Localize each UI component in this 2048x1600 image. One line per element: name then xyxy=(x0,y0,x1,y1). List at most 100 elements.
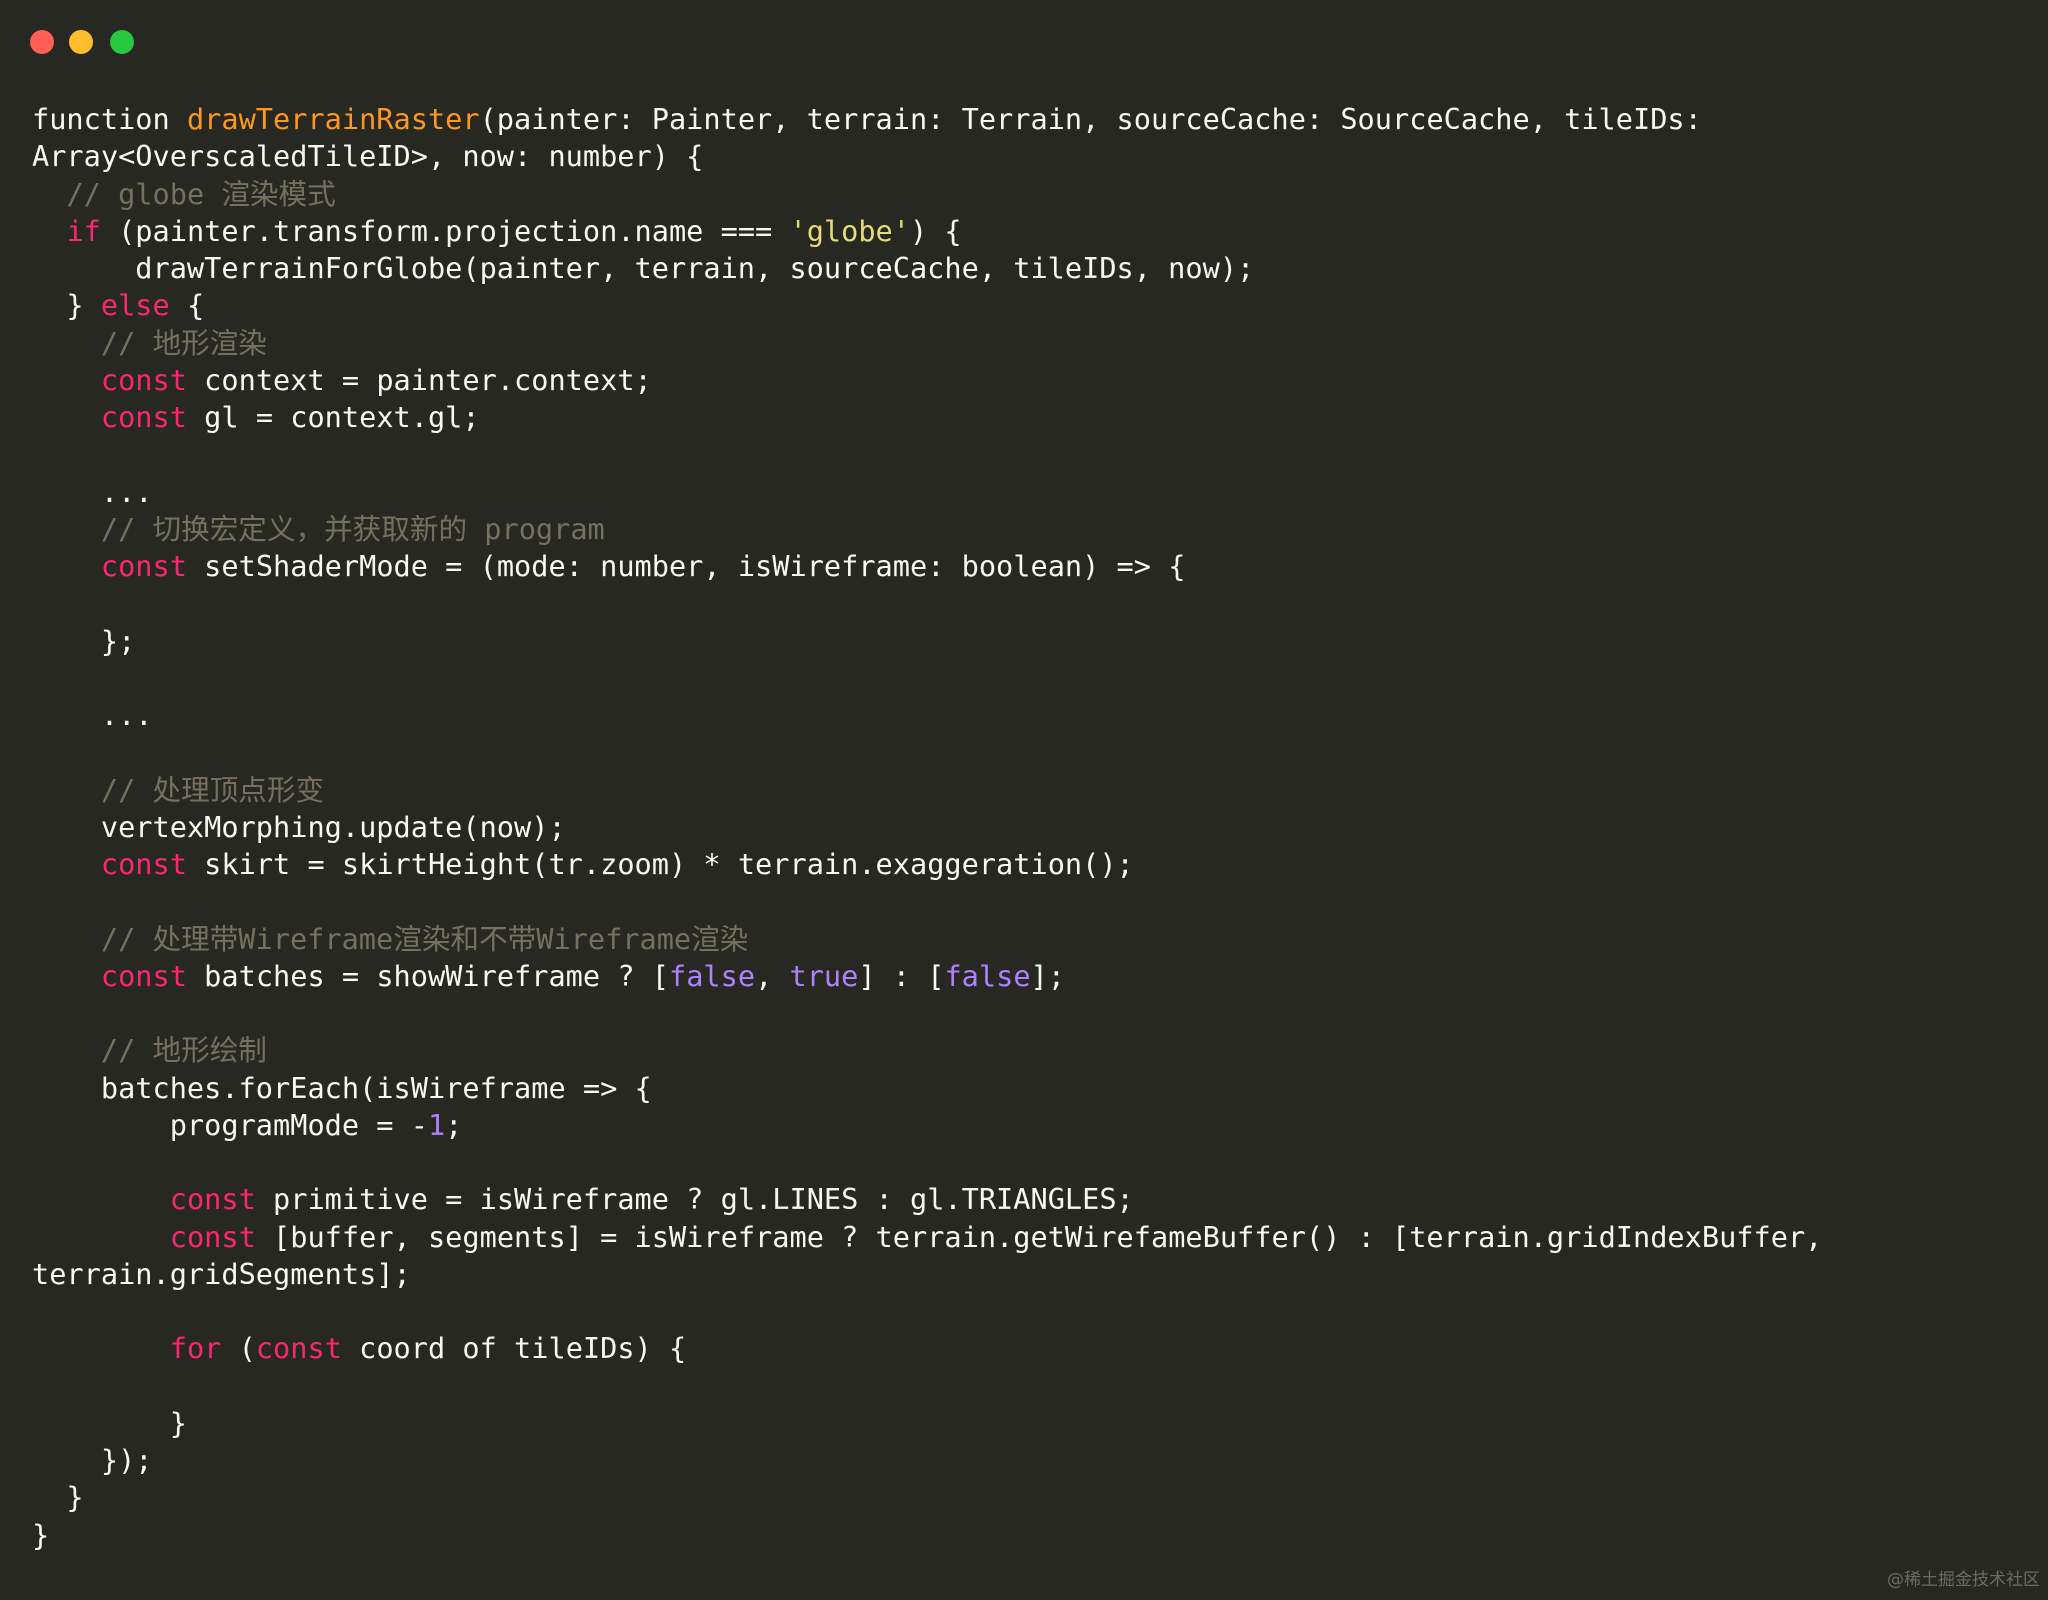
code-token: drawTerrainForGlobe(painter, terrain, so… xyxy=(32,251,1255,285)
code-token: programMode = - xyxy=(32,1107,428,1142)
code-token: const xyxy=(100,362,187,397)
code-line: } xyxy=(32,1517,2022,1554)
code-line: const batches = showWireframe ? [false, … xyxy=(32,958,2022,995)
code-line: // 地形渲染 xyxy=(32,325,2022,362)
code-token: } xyxy=(32,288,101,323)
code-line: } xyxy=(32,1479,2022,1516)
code-token: false xyxy=(668,958,756,993)
code-line: const [buffer, segments] = isWireframe ?… xyxy=(32,1219,2022,1256)
code-token: context = painter.context; xyxy=(186,362,652,397)
code-token: // 处理带Wireframe渲染和不带Wireframe渲染 xyxy=(100,921,749,956)
code-line: const setShaderMode = (mode: number, isW… xyxy=(32,548,2022,585)
code-line: // globe 渲染模式 xyxy=(32,176,2022,213)
code-token: coord of tileIDs) { xyxy=(341,1331,687,1366)
code-token: 1 xyxy=(427,1107,446,1142)
watermark: @稀土掘金技术社区 xyxy=(1887,1570,2040,1590)
code-token: function xyxy=(32,102,187,136)
code-token: [buffer, segments] = isWireframe ? terra… xyxy=(255,1219,1823,1254)
code-line: }); xyxy=(32,1442,2022,1479)
code-line: const primitive = isWireframe ? gl.LINES… xyxy=(32,1181,2022,1218)
code-token: ... xyxy=(32,698,153,732)
code-token: ( xyxy=(221,1331,256,1366)
code-token: const xyxy=(100,549,187,583)
code-token: for xyxy=(169,1331,222,1366)
code-token: const xyxy=(169,1219,256,1254)
maximize-button[interactable] xyxy=(110,30,134,54)
code-token: const xyxy=(100,958,187,993)
code-line: // 切换宏定义，并获取新的 program xyxy=(32,511,2022,548)
code-token: drawTerrainRaster xyxy=(186,102,480,136)
code-block[interactable]: function drawTerrainRaster(painter: Pain… xyxy=(32,101,2022,1554)
code-token: skirt = skirtHeight(tr.zoom) * terrain.e… xyxy=(186,847,1134,881)
code-line: // 处理顶点形变 xyxy=(32,772,2022,809)
code-line: const gl = context.gl; xyxy=(32,399,2022,436)
code-token: true xyxy=(789,958,859,993)
code-token: , xyxy=(755,958,790,993)
code-token: // 切换宏定义，并获取新的 program xyxy=(100,511,605,546)
code-token: // 地形绘制 xyxy=(100,1033,267,1068)
code-token: ) { xyxy=(910,213,962,248)
code-token: // 地形渲染 xyxy=(100,325,267,360)
code-token: const xyxy=(255,1331,342,1366)
code-line: ... xyxy=(32,474,2022,511)
code-token: ] : [ xyxy=(858,958,945,993)
code-token: const xyxy=(100,400,187,434)
code-token: ... xyxy=(32,474,153,509)
code-token: } xyxy=(32,1517,50,1552)
code-line: ... xyxy=(32,697,2022,734)
close-button[interactable] xyxy=(30,30,54,54)
code-line: terrain.gridSegments]; xyxy=(32,1256,2022,1293)
code-token: // 处理顶点形变 xyxy=(100,772,325,807)
code-token: if xyxy=(66,213,101,248)
code-line: }; xyxy=(32,623,2022,660)
code-window: function drawTerrainRaster(painter: Pain… xyxy=(0,0,2048,1600)
minimize-button[interactable] xyxy=(69,30,93,54)
code-token: primitive = isWireframe ? gl.LINES : gl.… xyxy=(255,1182,1134,1217)
code-token: Array<OverscaledTileID>, now: number) { xyxy=(32,139,704,174)
code-token: terrain.gridSegments]; xyxy=(32,1256,411,1291)
code-line: // 处理带Wireframe渲染和不带Wireframe渲染 xyxy=(32,921,2022,958)
code-token: }); xyxy=(32,1443,153,1477)
code-token: 'globe' xyxy=(789,213,910,248)
code-line: if (painter.transform.projection.name ==… xyxy=(32,213,2022,250)
code-line: drawTerrainForGlobe(painter, terrain, so… xyxy=(32,250,2022,287)
code-line: const context = painter.context; xyxy=(32,362,2022,399)
code-line: function drawTerrainRaster(painter: Pain… xyxy=(32,101,2022,138)
code-token: batches.forEach(isWireframe => { xyxy=(32,1070,652,1105)
code-line: batches.forEach(isWireframe => { xyxy=(32,1070,2022,1107)
code-token: ; xyxy=(445,1107,463,1142)
code-line: vertexMorphing.update(now); xyxy=(32,809,2022,846)
code-line: for (const coord of tileIDs) { xyxy=(32,1330,2022,1367)
code-token: const xyxy=(169,1182,256,1217)
code-line: } xyxy=(32,1405,2022,1442)
code-line: // 地形绘制 xyxy=(32,1032,2022,1069)
code-line: Array<OverscaledTileID>, now: number) { xyxy=(32,138,2022,175)
code-token: const xyxy=(100,847,187,881)
window-titlebar xyxy=(0,0,2048,84)
code-token: ]; xyxy=(1030,958,1065,993)
code-token: vertexMorphing.update(now); xyxy=(32,809,566,844)
